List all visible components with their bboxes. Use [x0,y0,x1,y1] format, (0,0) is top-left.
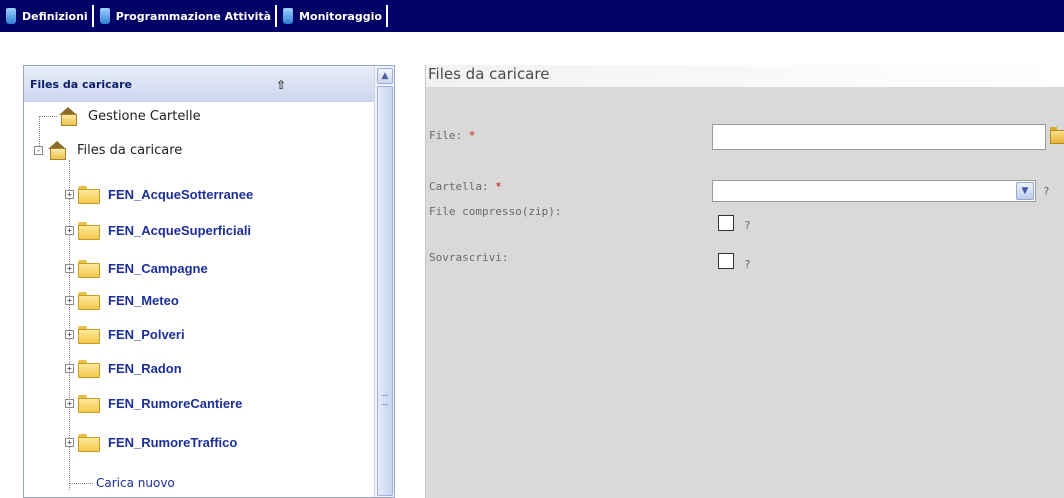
menu-label: Monitoraggio [299,9,382,23]
folder-icon [78,222,100,240]
file-input[interactable] [712,124,1046,150]
menu-item-programmazione[interactable]: Programmazione Attività [99,5,272,27]
help-mark[interactable]: ? [744,219,751,232]
database-icon [283,8,294,24]
folder-select[interactable]: ▼ [712,180,1036,202]
tree-item-folder[interactable]: + FEN_RumoreTraffico [65,430,237,454]
folder-icon [78,360,100,378]
overwrite-checkbox[interactable] [718,253,734,269]
tree-item-label: FEN_AcqueSotterranee [108,186,254,202]
expand-node-icon[interactable]: + [65,263,74,273]
folder-icon [78,434,100,452]
upload-new-label: Carica nuovo [96,476,175,490]
required-mark: * [495,180,502,193]
scroll-thumb[interactable] [377,86,393,496]
form-header: Files da caricare [426,65,1064,87]
folder-icon [78,186,100,204]
menu-label: Programmazione Attività [115,9,272,23]
expand-node-icon[interactable]: + [65,295,74,305]
tree-line [69,483,93,484]
folder-label-text: Cartella: [429,180,489,193]
help-mark[interactable]: ? [744,258,751,271]
upload-new-link[interactable]: Carica nuovo [96,471,175,495]
help-mark[interactable]: ? [1043,185,1050,198]
grip-icon [382,395,388,405]
overwrite-label: Sovrascrivi: [429,251,509,264]
sidebar-title: Files da caricare [30,77,132,91]
scroll-up-icon[interactable]: ▲ [377,68,393,84]
folder-icon [78,260,100,278]
collapse-node-icon[interactable]: - [34,145,43,155]
menu-separator [91,5,94,27]
menu-item-monitoraggio[interactable]: Monitoraggio [283,5,382,27]
folder-home-icon [47,141,67,160]
tree-item-folder[interactable]: + FEN_Radon [65,356,182,380]
sidebar-scrollbar[interactable]: ▲ [374,66,394,497]
expand-node-icon[interactable]: + [65,437,74,447]
tree-item-folder[interactable]: + FEN_RumoreCantiere [65,391,242,415]
sidebar-header[interactable]: Files da caricare ⇧ [24,66,374,102]
menu-separator [385,5,388,27]
folder-home-icon [58,107,78,126]
browse-folder-icon[interactable] [1050,127,1064,144]
tree-item-label: FEN_RumoreTraffico [108,434,238,450]
compressed-label: File compresso(zip): [429,205,562,218]
tree-item-files-da-caricare[interactable]: - Files da caricare [34,138,182,162]
tree-item-label: Files da caricare [77,142,183,158]
expand-node-icon[interactable]: + [65,329,74,339]
tree-item-label: FEN_Radon [108,360,182,376]
tree-item-folder[interactable]: + FEN_Campagne [65,256,208,280]
tree-item-label: FEN_AcqueSuperficiali [108,222,252,238]
file-label-text: File: [429,129,463,142]
database-icon [99,8,110,24]
compressed-checkbox[interactable] [718,215,734,231]
tree-item-label: FEN_Polveri [108,326,185,342]
database-icon [6,8,16,24]
expand-node-icon[interactable]: + [65,398,74,408]
form-title: Files da caricare [428,65,550,83]
tree-line [39,116,57,117]
collapse-icon[interactable]: ⇧ [276,78,286,92]
folder-icon [78,292,100,310]
top-menu-bar: Definizioni Programmazione Attività Moni… [0,0,1064,32]
file-label: File: * [429,129,475,142]
folder-icon [78,395,100,413]
tree-item-folder[interactable]: + FEN_AcqueSuperficiali [65,218,251,242]
tree-item-label: FEN_Meteo [108,292,179,308]
expand-node-icon[interactable]: + [65,363,74,373]
tree-item-label: FEN_RumoreCantiere [108,395,243,411]
folder-label: Cartella: * [429,180,502,193]
sidebar-panel: Files da caricare ⇧ ▲ Gestione Cartelle … [23,65,395,498]
required-mark: * [468,129,476,142]
expand-node-icon[interactable]: + [65,189,74,199]
tree-item-label: Gestione Cartelle [88,108,201,124]
menu-label: Definizioni [22,9,88,23]
folder-icon [78,326,100,344]
tree-item-label: FEN_Campagne [108,260,208,276]
tree-item-folder[interactable]: + FEN_Polveri [65,322,185,346]
chevron-down-icon[interactable]: ▼ [1016,182,1034,200]
tree-item-folder[interactable]: + FEN_Meteo [65,288,179,312]
upload-form-panel: Files da caricare File: * Cartella: * ▼ … [425,65,1064,498]
menu-separator [275,5,278,27]
expand-node-icon[interactable]: + [65,225,74,235]
tree-item-folder[interactable]: + FEN_AcqueSotterranee [65,182,253,206]
menu-item-definizioni[interactable]: Definizioni [6,5,88,27]
tree-item-gestione-cartelle[interactable]: Gestione Cartelle [58,104,201,128]
